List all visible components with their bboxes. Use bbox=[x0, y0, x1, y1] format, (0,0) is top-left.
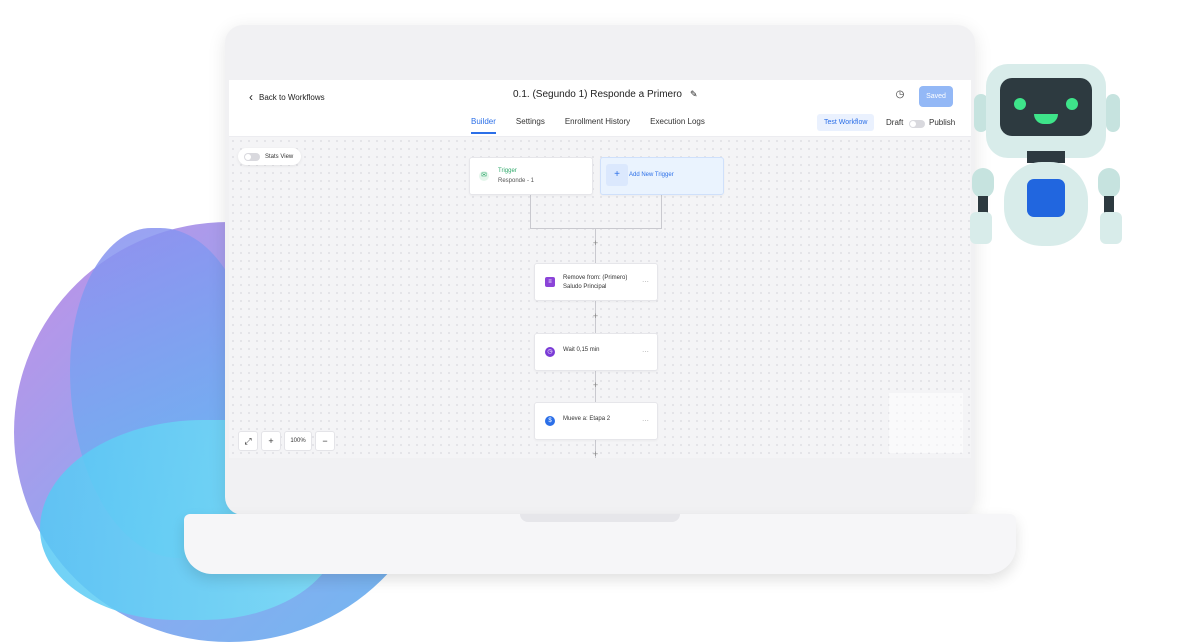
workflow-builder-screen: ‹ Back to Workflows 0.1. (Segundo 1) Res… bbox=[229, 80, 971, 458]
tab-settings[interactable]: Settings bbox=[516, 117, 545, 134]
workflow-title-text: 0.1. (Segundo 1) Responde a Primero bbox=[513, 89, 682, 100]
laptop-notch bbox=[520, 514, 680, 522]
step-line1: Remove from: (Primero) bbox=[563, 275, 628, 281]
chevron-left-icon: ‹ bbox=[249, 90, 253, 104]
step-label: Mueve a: Etapa 2 bbox=[563, 416, 611, 422]
add-step-icon[interactable]: + bbox=[591, 381, 600, 390]
trigger-node[interactable]: ✉ Trigger Responde - 1 bbox=[469, 157, 593, 195]
workflow-title: 0.1. (Segundo 1) Responde a Primero ✎ bbox=[513, 89, 698, 100]
robot-chest-panel bbox=[1027, 179, 1065, 217]
saved-button[interactable]: Saved bbox=[919, 86, 953, 107]
faded-robot-overlay bbox=[889, 393, 963, 453]
laptop-base bbox=[184, 514, 1016, 574]
add-step-icon[interactable]: + bbox=[591, 450, 600, 459]
robot-eye bbox=[1014, 98, 1026, 110]
more-options-icon[interactable]: ··· bbox=[642, 279, 649, 286]
tab-execution-logs[interactable]: Execution Logs bbox=[650, 117, 705, 134]
robot-eye bbox=[1066, 98, 1078, 110]
add-step-icon[interactable]: + bbox=[591, 312, 600, 321]
clock-icon: ◷ bbox=[545, 347, 555, 357]
step-line2: Saludo Principal bbox=[563, 284, 607, 290]
add-new-trigger-button[interactable]: + Add New Trigger bbox=[600, 157, 724, 195]
connector-line bbox=[661, 193, 662, 228]
tab-enrollment-history[interactable]: Enrollment History bbox=[565, 117, 630, 134]
workflow-step[interactable]: ◷ Wait 0,15 min ··· bbox=[534, 333, 658, 371]
test-workflow-button[interactable]: Test Workflow bbox=[817, 114, 875, 131]
top-bar: ‹ Back to Workflows 0.1. (Segundo 1) Res… bbox=[229, 80, 971, 137]
step-label: Remove from: (Primero) Saludo Principal bbox=[563, 274, 627, 292]
tab-builder[interactable]: Builder bbox=[471, 117, 496, 134]
list-remove-icon: ≡ bbox=[545, 277, 555, 287]
stats-view-label: Stats View bbox=[265, 153, 294, 160]
trigger-title: Trigger bbox=[498, 168, 517, 174]
plus-icon: + bbox=[606, 164, 628, 186]
zoom-out-button[interactable]: − bbox=[315, 431, 335, 451]
trigger-subtitle: Responde - 1 bbox=[498, 178, 535, 184]
connector-line bbox=[530, 193, 531, 228]
edit-pencil-icon[interactable]: ✎ bbox=[690, 89, 698, 100]
workflow-step[interactable]: $ Mueve a: Etapa 2 ··· bbox=[534, 402, 658, 440]
zoom-in-button[interactable]: + bbox=[261, 431, 281, 451]
robot-mascot bbox=[960, 58, 1140, 253]
zoom-level: 100% bbox=[284, 431, 312, 451]
robot-shoulder bbox=[1098, 168, 1120, 198]
back-label: Back to Workflows bbox=[259, 92, 325, 102]
robot-face bbox=[1000, 78, 1092, 136]
publish-label: Publish bbox=[929, 118, 956, 127]
draft-label: Draft bbox=[886, 118, 904, 127]
stats-toggle-switch[interactable] bbox=[244, 152, 260, 161]
add-trigger-label: Add New Trigger bbox=[629, 172, 674, 178]
dollar-icon: $ bbox=[545, 416, 555, 426]
fit-view-icon[interactable]: ⤢ bbox=[238, 431, 258, 451]
stats-view-toggle[interactable]: Stats View bbox=[238, 148, 302, 165]
step-label: Wait 0,15 min bbox=[563, 347, 600, 353]
robot-ear bbox=[1106, 94, 1120, 132]
history-icon[interactable]: ◷ bbox=[893, 88, 907, 102]
tab-bar: Builder Settings Enrollment History Exec… bbox=[471, 117, 705, 134]
add-step-icon[interactable]: + bbox=[591, 239, 600, 248]
more-options-icon[interactable]: ··· bbox=[642, 418, 649, 425]
zoom-controls: ⤢ + 100% − bbox=[238, 431, 335, 451]
publish-toggle[interactable] bbox=[909, 120, 925, 128]
robot-hand bbox=[970, 212, 992, 244]
back-to-workflows-link[interactable]: ‹ Back to Workflows bbox=[249, 90, 325, 104]
robot-shoulder bbox=[972, 168, 994, 198]
chat-bubble-icon: ✉ bbox=[479, 171, 489, 181]
connector-line bbox=[530, 228, 662, 229]
workflow-step[interactable]: ≡ Remove from: (Primero) Saludo Principa… bbox=[534, 263, 658, 301]
more-options-icon[interactable]: ··· bbox=[642, 349, 649, 356]
robot-hand bbox=[1100, 212, 1122, 244]
